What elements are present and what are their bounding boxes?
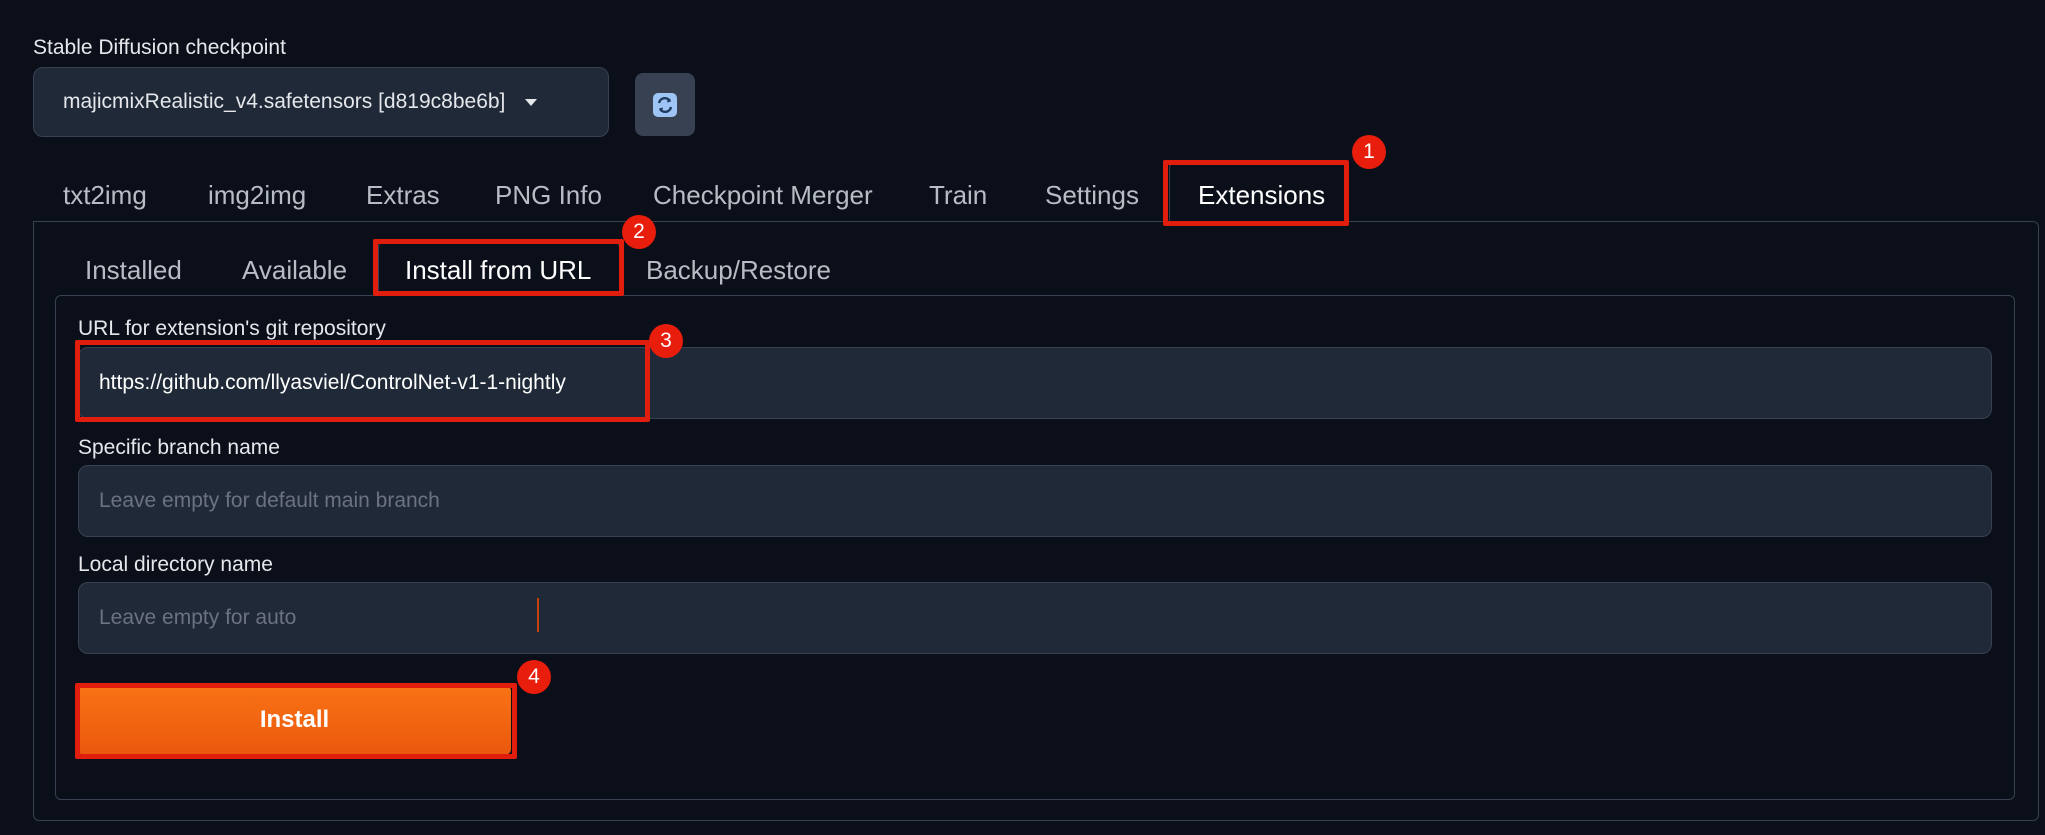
- checkpoint-dropdown[interactable]: majicmixRealistic_v4.safetensors [d819c8…: [33, 67, 609, 137]
- sub-tab-installed[interactable]: Installed: [85, 245, 182, 295]
- directory-field-label: Local directory name: [78, 553, 273, 576]
- step-badge-3: 3: [649, 324, 683, 358]
- highlight-box-step3: [75, 340, 650, 422]
- refresh-checkpoint-button[interactable]: [635, 73, 695, 136]
- step-badge-1: 1: [1352, 135, 1386, 169]
- refresh-icon: [653, 92, 677, 117]
- directory-input-placeholder: Leave empty for auto: [99, 606, 297, 629]
- url-field-label: URL for extension's git repository: [78, 317, 386, 340]
- tab-extras[interactable]: Extras: [366, 170, 440, 220]
- sub-tab-backup-restore[interactable]: Backup/Restore: [646, 245, 831, 295]
- highlight-box-step1: [1163, 160, 1349, 226]
- tab-checkpoint-merger[interactable]: Checkpoint Merger: [653, 170, 873, 220]
- tab-txt2img[interactable]: txt2img: [63, 170, 147, 220]
- checkpoint-selected-value: majicmixRealistic_v4.safetensors [d819c8…: [63, 90, 506, 113]
- branch-input-placeholder: Leave empty for default main branch: [99, 489, 440, 512]
- branch-input[interactable]: Leave empty for default main branch: [78, 465, 1992, 537]
- highlight-box-step2: [373, 239, 624, 296]
- tab-png-info[interactable]: PNG Info: [495, 170, 602, 220]
- tab-settings[interactable]: Settings: [1045, 170, 1139, 220]
- tab-train[interactable]: Train: [929, 170, 987, 220]
- step-badge-2: 2: [622, 215, 656, 249]
- text-cursor: [537, 598, 539, 632]
- sub-tab-available[interactable]: Available: [242, 245, 347, 295]
- checkpoint-label: Stable Diffusion checkpoint: [33, 36, 286, 59]
- chevron-down-icon: [525, 98, 538, 106]
- directory-input[interactable]: Leave empty for auto: [78, 582, 1992, 654]
- highlight-box-step4: [75, 683, 517, 759]
- step-badge-4: 4: [517, 660, 551, 694]
- branch-field-label: Specific branch name: [78, 436, 280, 459]
- tab-img2img[interactable]: img2img: [208, 170, 306, 220]
